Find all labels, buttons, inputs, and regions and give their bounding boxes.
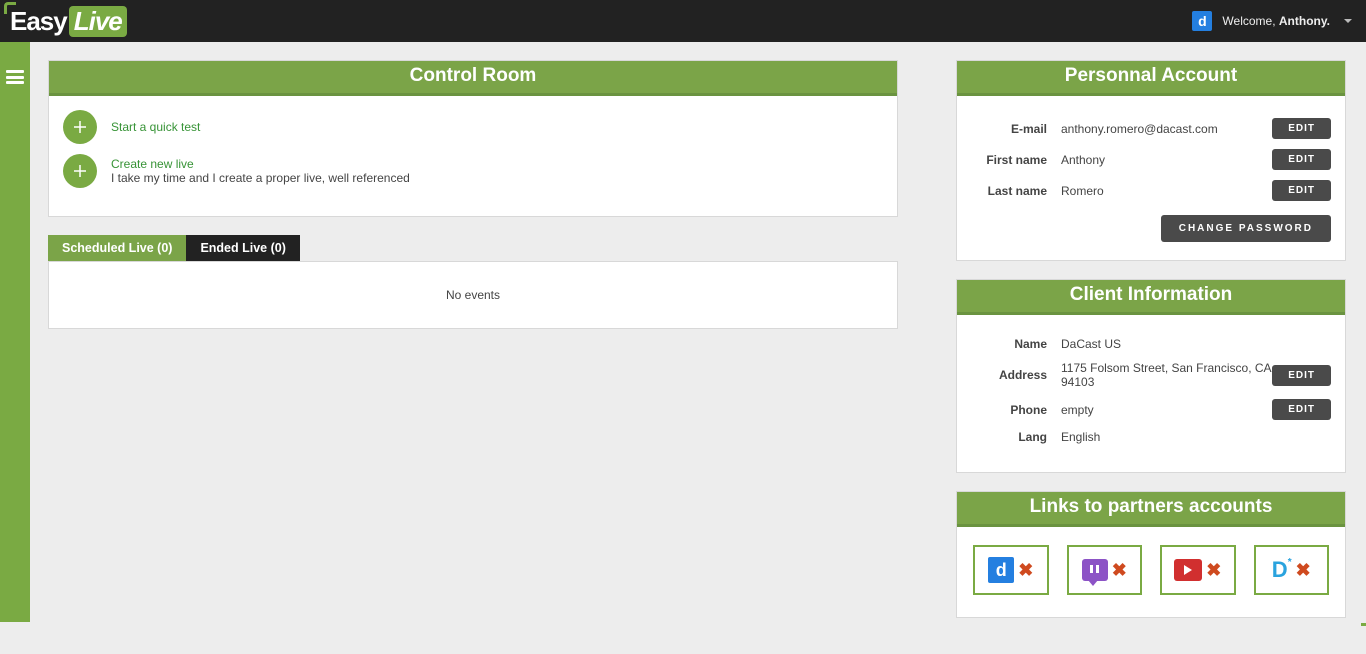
panel-header-control-room: Control Room <box>49 61 897 96</box>
row-client-address: Address 1175 Folsom Street, San Francisc… <box>971 361 1331 389</box>
partner-grid: d ✖ ✖ ✖ D* ✖ <box>971 541 1331 599</box>
partner-twitch[interactable]: ✖ <box>1067 545 1143 595</box>
value-first-name: Anthony <box>1061 153 1272 167</box>
plus-icon <box>63 154 97 188</box>
create-live-sublabel: I take my time and I create a proper liv… <box>111 171 410 185</box>
panel-header-account: Personnal Account <box>957 61 1345 96</box>
bracket-icon <box>4 2 16 14</box>
row-client-name: Name DaCast US <box>971 337 1331 351</box>
value-client-phone: empty <box>1061 403 1272 417</box>
dailymotion-icon: D* <box>1272 557 1292 583</box>
value-last-name: Romero <box>1061 184 1272 198</box>
partner-youtube[interactable]: ✖ <box>1160 545 1236 595</box>
tab-scheduled-live[interactable]: Scheduled Live (0) <box>48 235 186 261</box>
logo-easy: Easy <box>10 6 67 37</box>
tab-ended-live[interactable]: Ended Live (0) <box>186 235 299 261</box>
close-icon: ✖ <box>1206 560 1221 581</box>
logo-easy-text: Easy <box>10 6 67 36</box>
label-first-name: First name <box>971 153 1061 167</box>
no-events-text: No events <box>446 288 500 302</box>
welcome-username: Anthony. <box>1279 14 1330 28</box>
close-icon: ✖ <box>1112 560 1127 581</box>
value-email: anthony.romero@dacast.com <box>1061 122 1272 136</box>
edit-client-phone-button[interactable]: EDIT <box>1272 399 1331 420</box>
avatar-letter: d <box>1198 13 1207 29</box>
side-stripe <box>0 42 30 622</box>
action-create-live[interactable]: Create new live I take my time and I cre… <box>63 154 883 188</box>
quick-test-label: Start a quick test <box>111 120 200 134</box>
youtube-icon <box>1174 559 1202 581</box>
brand-logo[interactable]: Easy Live <box>10 6 127 37</box>
col-right: Personnal Account E-mail anthony.romero@… <box>956 60 1346 636</box>
close-icon: ✖ <box>1296 560 1311 581</box>
edit-client-address-button[interactable]: EDIT <box>1272 365 1331 386</box>
value-client-address: 1175 Folsom Street, San Francisco, CA 94… <box>1061 361 1272 389</box>
user-menu[interactable]: d Welcome, Anthony. <box>1192 11 1352 31</box>
panel-header-partners: Links to partners accounts <box>957 492 1345 527</box>
logo-live: Live <box>69 6 127 37</box>
label-client-lang: Lang <box>971 430 1061 444</box>
chevron-down-icon <box>1344 19 1352 23</box>
hamburger-icon[interactable] <box>6 70 24 84</box>
panel-partners: Links to partners accounts d ✖ ✖ ✖ <box>956 491 1346 618</box>
edit-first-name-button[interactable]: EDIT <box>1272 149 1331 170</box>
partner-dacast[interactable]: d ✖ <box>973 545 1049 595</box>
edit-last-name-button[interactable]: EDIT <box>1272 180 1331 201</box>
create-live-label: Create new live <box>111 157 410 171</box>
label-client-phone: Phone <box>971 403 1061 417</box>
edit-email-button[interactable]: EDIT <box>1272 118 1331 139</box>
change-password-button[interactable]: CHANGE PASSWORD <box>1161 215 1331 242</box>
value-client-lang: English <box>1061 430 1331 444</box>
action-quick-test[interactable]: Start a quick test <box>63 110 883 144</box>
tab-bar: Scheduled Live (0) Ended Live (0) <box>48 235 898 261</box>
welcome-text: Welcome, Anthony. <box>1222 14 1330 28</box>
label-email: E-mail <box>971 122 1061 136</box>
row-last-name: Last name Romero EDIT <box>971 180 1331 201</box>
panel-body-control-room: Start a quick test Create new live I tak… <box>49 96 897 216</box>
panel-personal-account: Personnal Account E-mail anthony.romero@… <box>956 60 1346 261</box>
panel-client-info: Client Information Name DaCast US Addres… <box>956 279 1346 473</box>
col-left: Control Room Start a quick test Creat <box>48 60 898 636</box>
twitch-icon <box>1082 559 1108 581</box>
avatar: d <box>1192 11 1212 31</box>
partner-dailymotion[interactable]: D* ✖ <box>1254 545 1330 595</box>
row-client-phone: Phone empty EDIT <box>971 399 1331 420</box>
dacast-icon: d <box>988 557 1014 583</box>
row-client-lang: Lang English <box>971 430 1331 444</box>
row-first-name: First name Anthony EDIT <box>971 149 1331 170</box>
plus-icon <box>63 110 97 144</box>
panel-header-client: Client Information <box>957 280 1345 315</box>
label-client-name: Name <box>971 337 1061 351</box>
row-email: E-mail anthony.romero@dacast.com EDIT <box>971 118 1331 139</box>
logo-live-text: Live <box>74 6 122 36</box>
value-client-name: DaCast US <box>1061 337 1331 351</box>
content: Control Room Start a quick test Creat <box>30 42 1366 654</box>
welcome-prefix: Welcome, <box>1222 14 1278 28</box>
topbar: Easy Live d Welcome, Anthony. <box>0 0 1366 42</box>
panel-control-room: Control Room Start a quick test Creat <box>48 60 898 217</box>
tab-pane-scheduled: No events <box>48 261 898 329</box>
label-last-name: Last name <box>971 184 1061 198</box>
close-icon: ✖ <box>1018 560 1033 581</box>
label-client-address: Address <box>971 368 1061 382</box>
